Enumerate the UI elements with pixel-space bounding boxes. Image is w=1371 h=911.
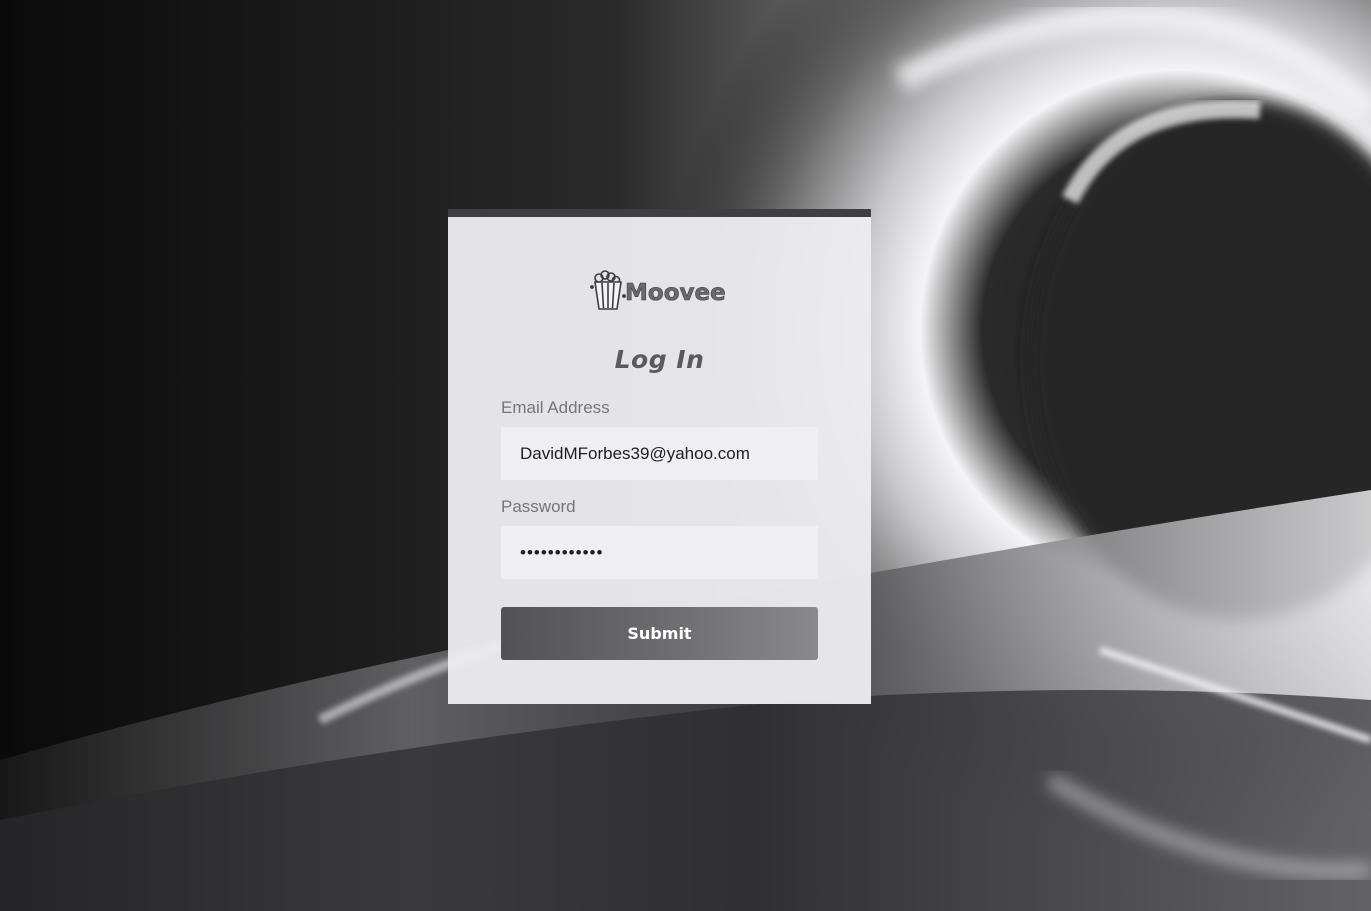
submit-button[interactable]: Submit bbox=[501, 607, 818, 660]
password-field[interactable] bbox=[501, 526, 818, 579]
login-page: Moovee Log In Email Address Password Sub… bbox=[0, 0, 1371, 911]
email-field[interactable] bbox=[501, 427, 818, 480]
brand-name: Moovee bbox=[625, 280, 726, 306]
email-label: Email Address bbox=[501, 398, 610, 417]
password-label: Password bbox=[501, 497, 576, 516]
login-card: Moovee Log In Email Address Password Sub… bbox=[448, 209, 871, 704]
popcorn-icon bbox=[589, 270, 626, 310]
brand-logo: Moovee bbox=[448, 269, 871, 313]
page-title: Log In bbox=[614, 345, 705, 374]
